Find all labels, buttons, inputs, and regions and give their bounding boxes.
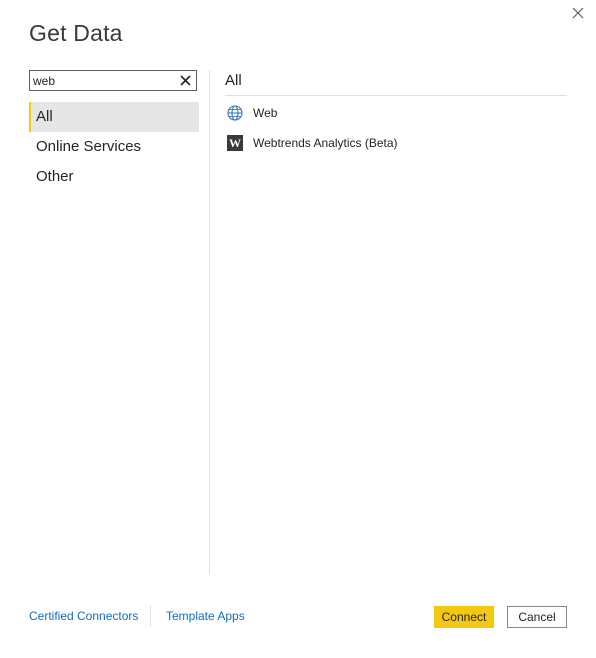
get-data-dialog: Get Data All Online Services Other All xyxy=(0,0,596,658)
category-item-online-services[interactable]: Online Services xyxy=(29,132,199,162)
search-input[interactable] xyxy=(33,73,173,88)
results-header: All xyxy=(225,72,242,89)
result-label: Webtrends Analytics (Beta) xyxy=(253,136,398,150)
result-item-web[interactable]: Web xyxy=(225,98,567,128)
search-box xyxy=(29,70,197,91)
connect-button[interactable]: Connect xyxy=(434,606,494,628)
template-apps-link[interactable]: Template Apps xyxy=(166,609,245,623)
results-divider xyxy=(225,95,567,96)
clear-search-button[interactable] xyxy=(179,74,192,87)
cancel-button[interactable]: Cancel xyxy=(507,606,567,628)
result-item-webtrends-analytics[interactable]: W Webtrends Analytics (Beta) xyxy=(225,128,567,158)
globe-icon xyxy=(227,105,243,121)
certified-connectors-link[interactable]: Certified Connectors xyxy=(29,609,138,623)
close-icon xyxy=(572,7,584,19)
category-item-all[interactable]: All xyxy=(29,102,199,132)
footer-separator xyxy=(150,605,151,627)
category-item-other[interactable]: Other xyxy=(29,162,199,192)
dialog-title: Get Data xyxy=(29,20,123,46)
webtrends-icon: W xyxy=(227,135,243,151)
clear-icon xyxy=(180,75,191,86)
result-label: Web xyxy=(253,106,278,120)
close-button[interactable] xyxy=(570,5,586,21)
category-list: All Online Services Other xyxy=(29,102,199,192)
results-list: Web W Webtrends Analytics (Beta) xyxy=(225,98,567,158)
vertical-divider xyxy=(209,70,210,575)
